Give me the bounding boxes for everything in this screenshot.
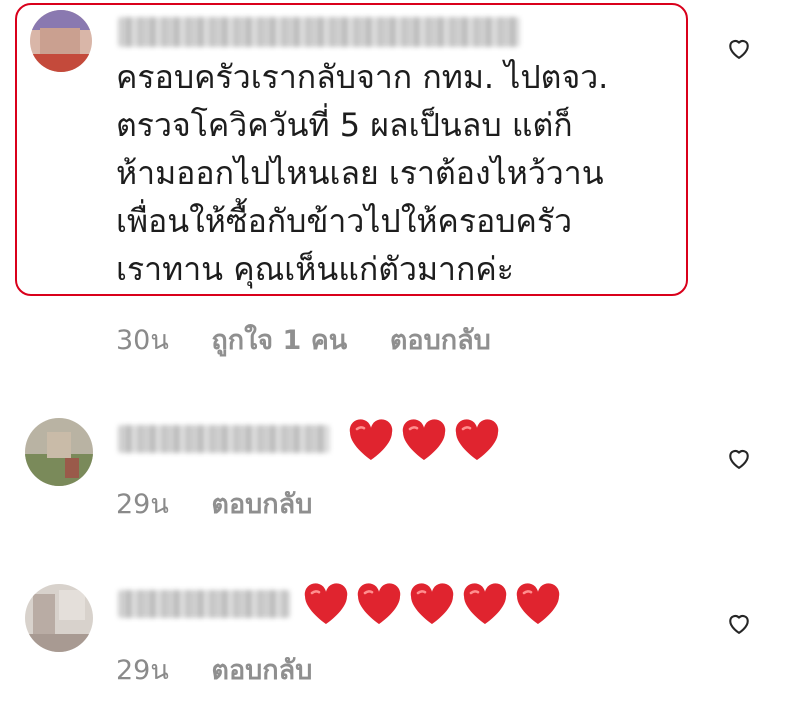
comment-meta: 29น ตอบกลับ	[116, 482, 346, 525]
red-heart-emoji	[357, 583, 401, 624]
comment-time: 30น	[116, 325, 169, 356]
red-heart-emoji	[349, 419, 393, 460]
avatar[interactable]	[30, 10, 92, 72]
heart-emoji-row	[347, 418, 501, 462]
comment-meta: 29น ตอบกลับ	[116, 648, 346, 691]
avatar[interactable]	[25, 418, 93, 486]
reply-button[interactable]: ตอบกลับ	[390, 318, 491, 361]
comment-text: ครอบครัวเรากลับจาก กทม. ไปตจว. ตรวจโควิค…	[116, 58, 609, 288]
red-heart-emoji	[410, 583, 454, 624]
heart-outline-icon[interactable]	[725, 609, 753, 637]
comment-time: 29น	[116, 489, 169, 520]
red-heart-emoji	[402, 419, 446, 460]
username-blurred[interactable]	[118, 17, 520, 47]
red-heart-emoji	[516, 583, 560, 624]
likes-count[interactable]: ถูกใจ 1 คน	[211, 318, 347, 361]
heart-emoji-row	[302, 582, 562, 626]
reply-button[interactable]: ตอบกลับ	[211, 648, 312, 691]
red-heart-emoji	[304, 583, 348, 624]
username-blurred[interactable]	[118, 590, 290, 618]
heart-outline-icon[interactable]	[725, 34, 753, 62]
reply-button[interactable]: ตอบกลับ	[211, 482, 312, 525]
comment-time: 29น	[116, 655, 169, 686]
username-blurred[interactable]	[118, 425, 330, 453]
heart-outline-icon[interactable]	[725, 444, 753, 472]
red-heart-emoji	[463, 583, 507, 624]
avatar[interactable]	[25, 584, 93, 652]
red-heart-emoji	[455, 419, 499, 460]
comment-meta: 30น ถูกใจ 1 คน ตอบกลับ	[116, 318, 525, 361]
